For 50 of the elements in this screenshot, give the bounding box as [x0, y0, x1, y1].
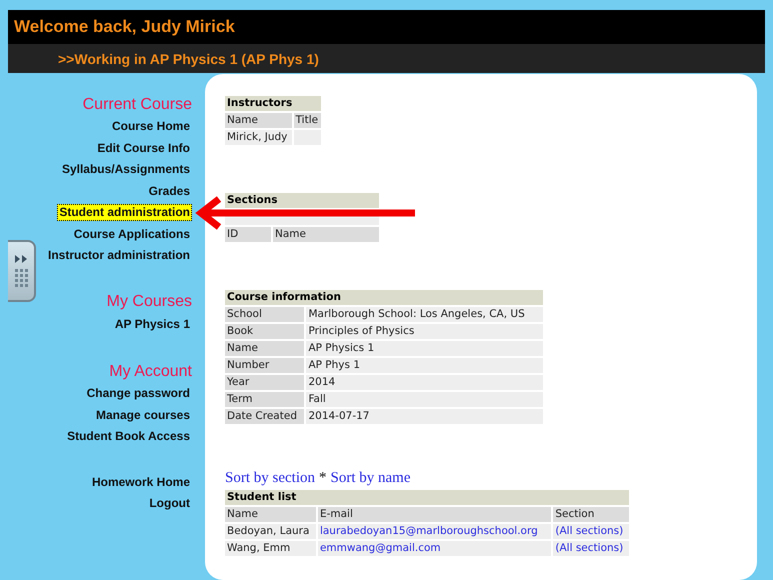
column-header: Section — [553, 507, 629, 522]
field-label: Number — [225, 358, 304, 373]
table-cell: Wang, Emm — [225, 541, 316, 556]
column-header: Title — [294, 113, 321, 128]
table-title: Student list — [225, 490, 629, 505]
table-title: Instructors — [225, 96, 321, 111]
nav-link[interactable]: Syllabus/Assignments — [60, 161, 192, 178]
table-cell: Bedoyan, Laura — [225, 524, 316, 539]
separator-text: * — [319, 470, 326, 486]
nav-link[interactable]: Logout — [147, 495, 192, 512]
nav-link[interactable]: Edit Course Info — [95, 140, 192, 157]
field-value: AP Physics 1 — [306, 341, 543, 356]
section-heading: Current Course — [82, 95, 192, 115]
field-label: School — [225, 307, 304, 322]
sort-link[interactable]: Sort by name — [330, 470, 410, 486]
nav-link[interactable]: AP Physics 1 — [112, 316, 192, 333]
field-value: Marlborough School: Los Angeles, CA, US — [306, 307, 543, 322]
welcome-title: Welcome back, Judy Mirick — [13, 17, 235, 37]
section-heading: My Courses — [106, 292, 192, 312]
field-value: Fall — [306, 392, 543, 407]
field-label: Year — [225, 375, 304, 390]
nav-link[interactable]: Course Home — [110, 118, 192, 136]
column-header: Name — [272, 227, 379, 242]
nav-link[interactable]: Manage courses — [94, 406, 192, 424]
nav-link[interactable]: Change password — [84, 385, 192, 402]
field-label: Book — [225, 324, 304, 339]
sort-link[interactable]: Sort by section — [225, 470, 315, 486]
nav-link[interactable]: Grades — [146, 182, 192, 200]
sidebar-toggle-handle[interactable] — [8, 240, 36, 302]
table-cell: Mirick, Judy — [225, 130, 292, 145]
field-label: Term — [225, 392, 304, 407]
field-label: Name — [225, 341, 304, 356]
section-heading: My Account — [109, 362, 192, 382]
nav-link[interactable]: Student administration — [57, 204, 192, 222]
field-value: Principles of Physics — [306, 324, 543, 339]
field-value: 2014-07-17 — [306, 409, 543, 424]
column-header: Name — [225, 507, 316, 522]
nav-link[interactable]: Course Applications — [72, 226, 192, 243]
working-in-text: >>Working in AP Physics 1 (AP Phys 1) — [57, 50, 319, 66]
nav-link[interactable]: Student Book Access — [65, 428, 192, 446]
table-title: Course information — [225, 290, 543, 305]
nav-link[interactable]: Homework Home — [90, 474, 192, 491]
field-value: AP Phys 1 — [306, 358, 543, 373]
column-header: ID — [225, 227, 271, 242]
field-value: 2014 — [306, 375, 543, 390]
column-header: E-mail — [318, 507, 552, 522]
column-header: Name — [225, 113, 292, 128]
field-label: Date Created — [225, 409, 304, 424]
nav-link[interactable]: Instructor administration — [46, 247, 192, 264]
table-title: Sections — [225, 193, 379, 208]
